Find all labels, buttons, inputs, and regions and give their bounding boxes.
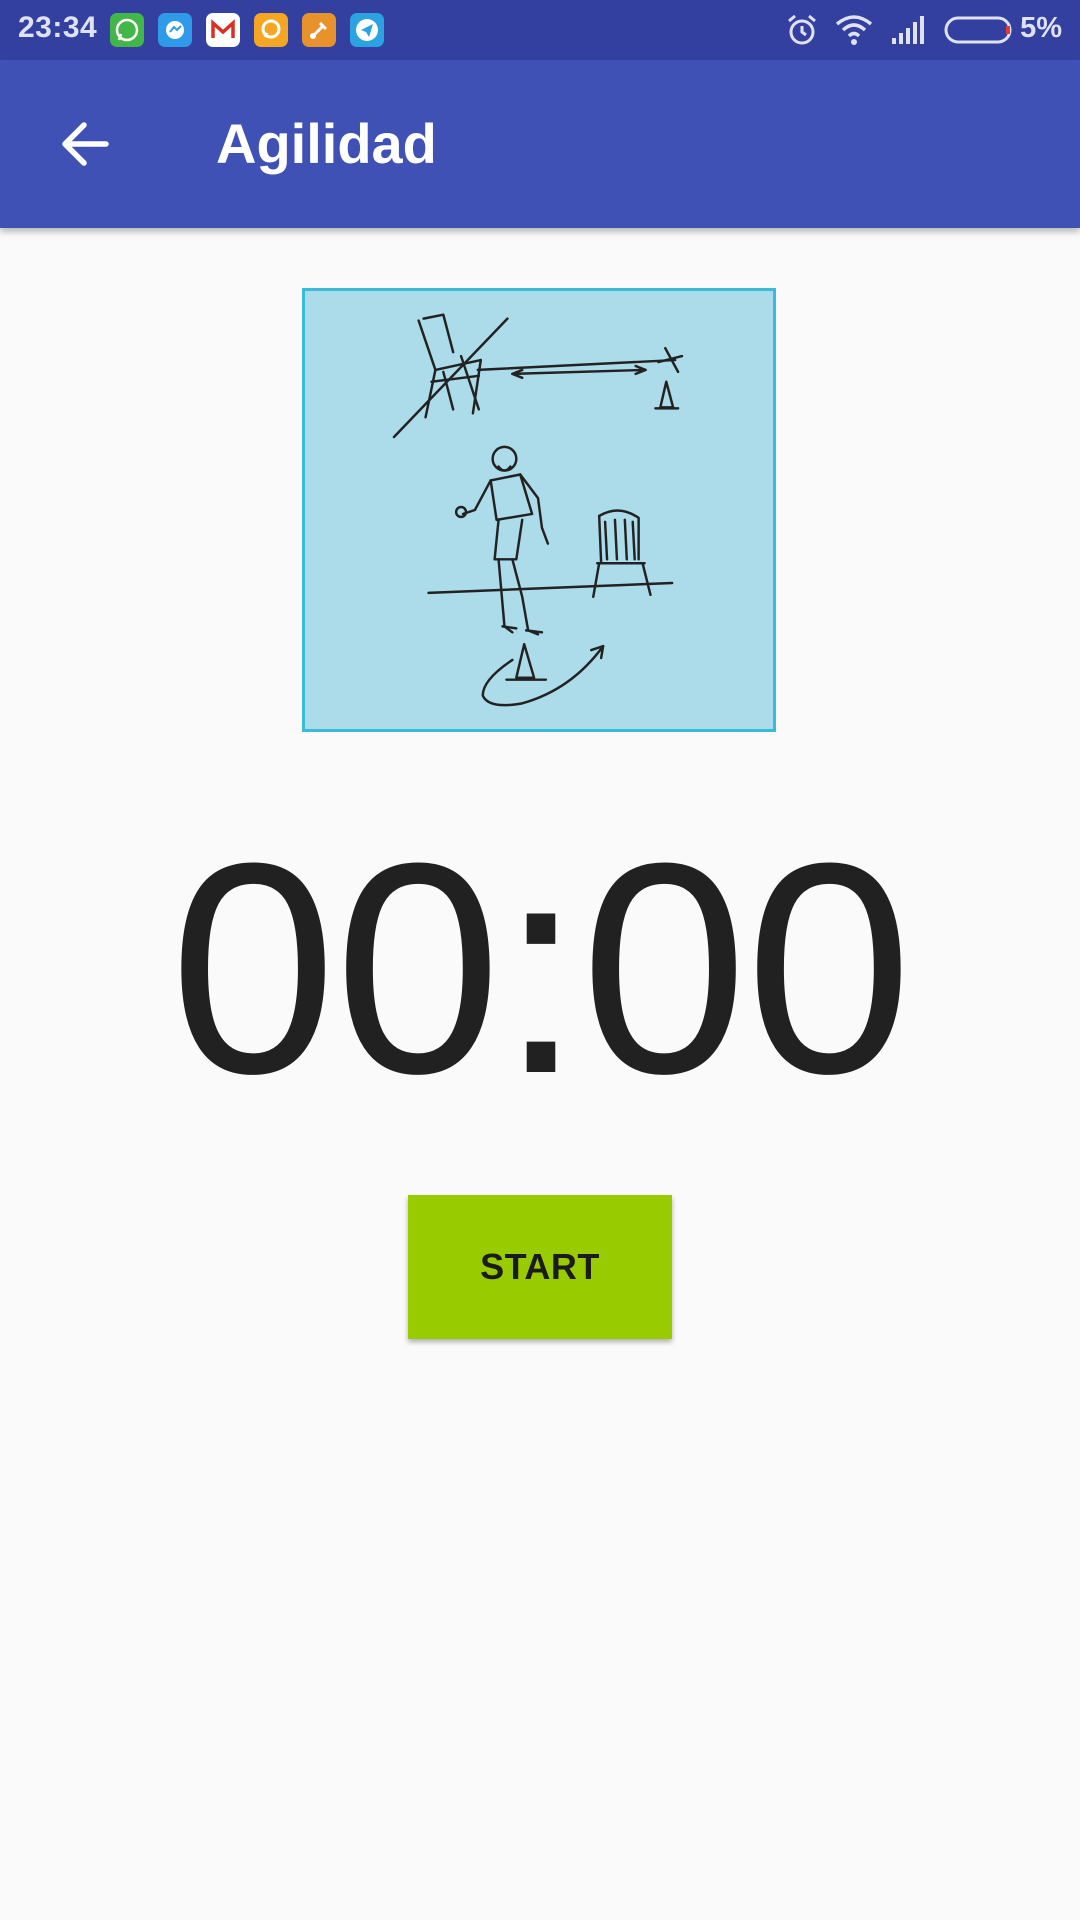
- whatsapp-icon: [110, 13, 144, 47]
- agility-test-illustration-icon: [302, 288, 776, 732]
- app-bar: Agilidad: [0, 60, 1080, 228]
- page-title: Agilidad: [216, 112, 437, 175]
- timer-display: 00:00: [169, 800, 913, 1136]
- battery-percent: 5%: [1020, 12, 1062, 44]
- messenger-icon: [158, 13, 192, 47]
- back-button[interactable]: [40, 104, 128, 184]
- alarm-icon: [784, 12, 820, 53]
- chat-icon: [254, 13, 288, 47]
- brush-app-icon: [302, 13, 336, 47]
- screen: 23:34 5% Agilidad 00:00 START: [0, 0, 1080, 1920]
- status-bar: 23:34 5%: [0, 0, 1080, 60]
- battery-icon: [944, 16, 1016, 49]
- telegram-icon: [350, 13, 384, 47]
- start-button[interactable]: START: [408, 1195, 672, 1339]
- gmail-icon: [206, 13, 240, 47]
- status-time: 23:34: [18, 11, 98, 44]
- wifi-icon: [834, 12, 874, 53]
- illustration-drawing: [392, 313, 684, 707]
- arrow-back-icon: [62, 122, 109, 166]
- signal-icon: [890, 12, 930, 53]
